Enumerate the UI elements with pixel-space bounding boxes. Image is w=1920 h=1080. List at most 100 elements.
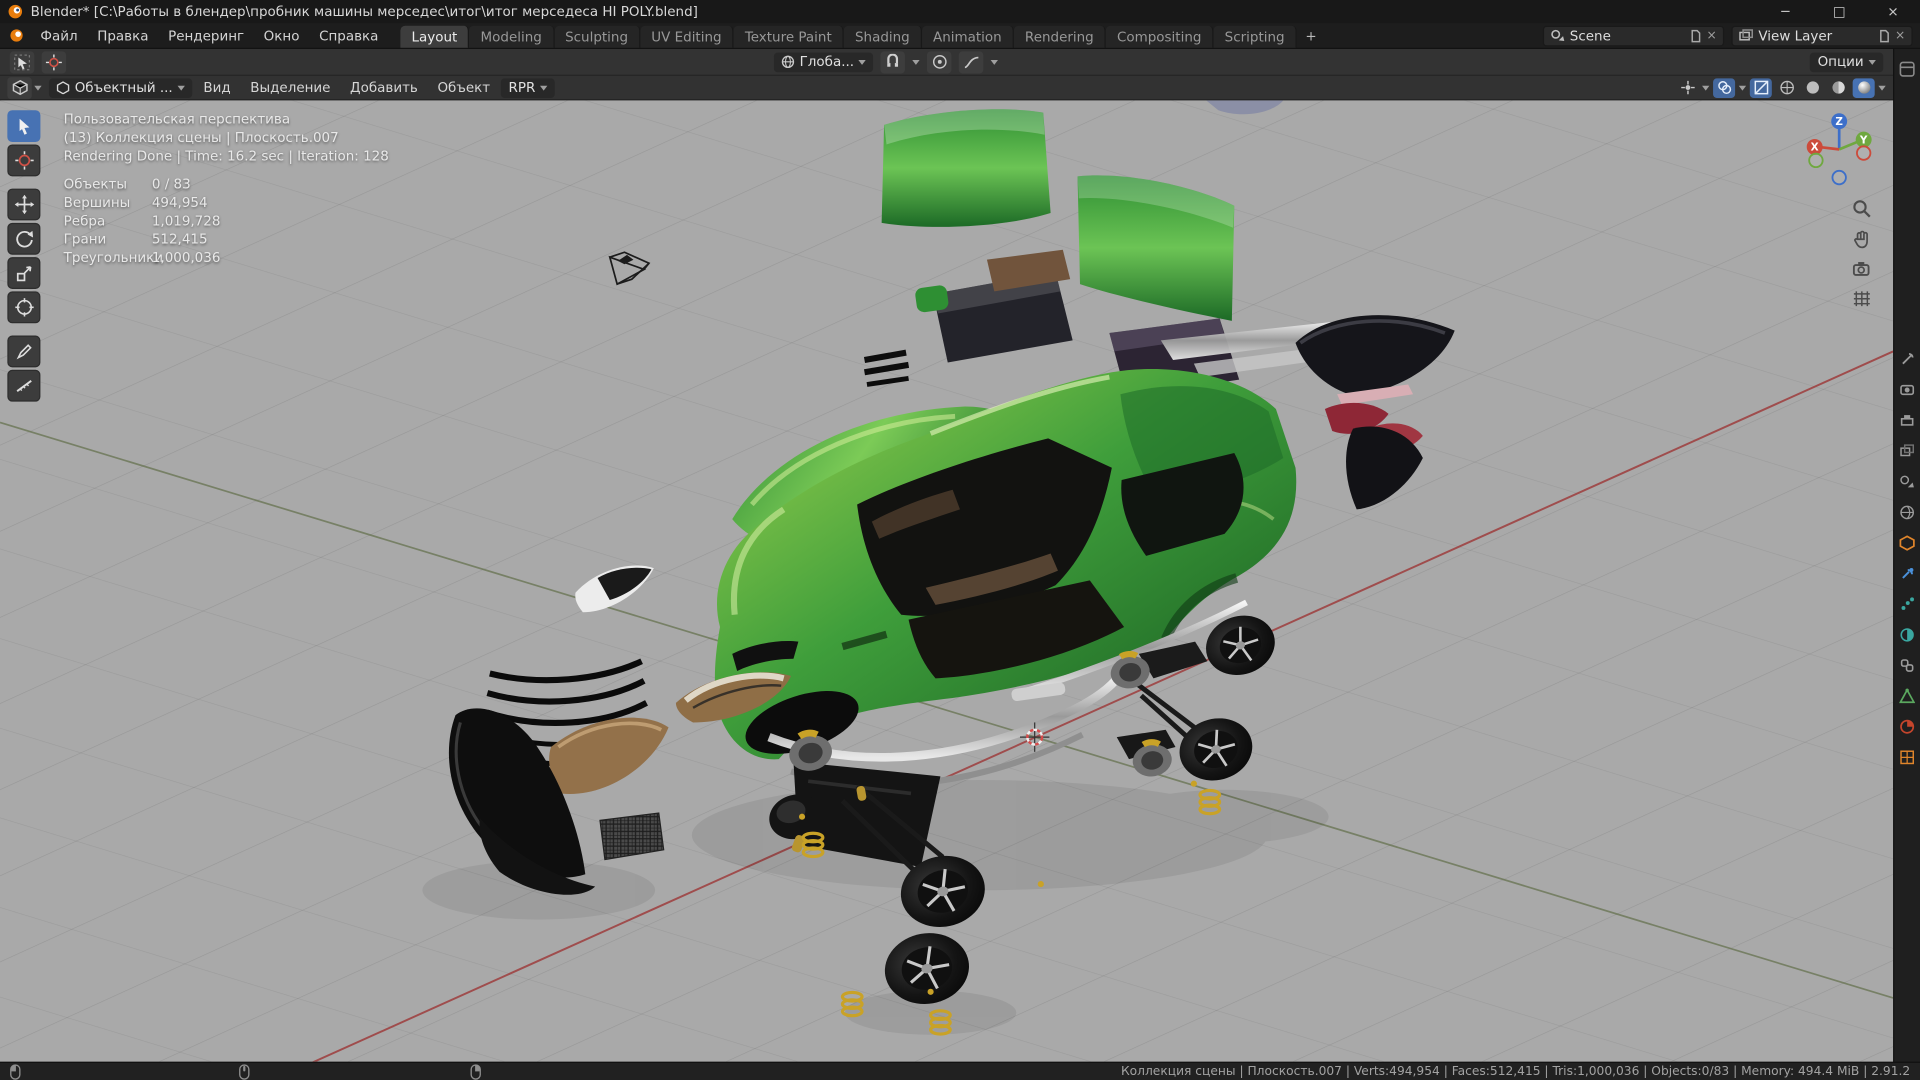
proportional-editing-icon[interactable] <box>927 50 953 73</box>
options-label: Опции <box>1817 53 1864 70</box>
annotate-tool[interactable] <box>7 335 41 368</box>
renderer-dropdown[interactable]: RPR <box>501 77 555 98</box>
tool-cursor-icon[interactable] <box>41 50 67 73</box>
view-layer-tab-icon[interactable] <box>1899 443 1915 459</box>
navigation-gizmo[interactable]: Z Y X <box>1800 108 1878 186</box>
viewport-column: Глоба... Опции Объектный ... Вид Выделен… <box>0 48 1894 1062</box>
move-tool[interactable] <box>7 188 41 221</box>
new-view-layer-icon[interactable] <box>1878 29 1890 42</box>
globe-icon <box>781 55 795 69</box>
workspace-tab-uv-editing[interactable]: UV Editing <box>640 25 734 48</box>
tool-tab-icon[interactable] <box>1899 351 1915 367</box>
workspace-tab-texture-paint[interactable]: Texture Paint <box>733 25 844 48</box>
scene-selector[interactable]: Scene × <box>1542 25 1725 46</box>
minimize-button[interactable]: ─ <box>1758 0 1812 23</box>
options-dropdown[interactable]: Опции <box>1810 52 1884 72</box>
mouse-right-hint-icon <box>470 1063 481 1080</box>
falloff-chevron-icon[interactable] <box>991 59 999 65</box>
world-tab-icon[interactable] <box>1899 504 1915 520</box>
editor-corner-icon[interactable] <box>1899 61 1915 77</box>
transform-orientation-dropdown[interactable]: Глоба... <box>773 52 874 72</box>
editor-type-chevron-icon[interactable] <box>34 85 42 91</box>
modifiers-tab-icon[interactable] <box>1899 566 1915 582</box>
window-title: Blender* [C:\Работы в блендер\пробник ма… <box>30 3 698 20</box>
material-shading-icon[interactable] <box>1827 78 1849 98</box>
add-workspace-button[interactable]: + <box>1297 23 1325 47</box>
title-bar: Blender* [C:\Работы в блендер\пробник ма… <box>0 0 1920 24</box>
select-box-tool[interactable] <box>7 110 41 143</box>
mode-dropdown[interactable]: Объектный ... <box>48 77 193 98</box>
gizmo-minus-z-axis <box>1831 169 1847 186</box>
object-mode-icon <box>56 81 70 95</box>
workspace-tab-shading[interactable]: Shading <box>843 25 922 48</box>
workspace-tab-modeling[interactable]: Modeling <box>469 25 555 48</box>
render-tab-icon[interactable] <box>1899 382 1915 398</box>
cursor-tool[interactable] <box>7 144 41 177</box>
unlink-scene-icon[interactable]: × <box>1706 29 1716 42</box>
tool-settings-bar: Глоба... Опции <box>0 48 1894 76</box>
menu-help[interactable]: Справка <box>309 24 388 47</box>
menu-file[interactable]: Файл <box>31 24 88 47</box>
show-overlays-icon[interactable] <box>1713 77 1736 98</box>
perspective-toggle-icon[interactable] <box>1851 288 1872 309</box>
particles-tab-icon[interactable] <box>1899 596 1915 612</box>
mouse-left-hint-icon <box>10 1063 21 1080</box>
blender-menu-icon[interactable] <box>7 28 25 43</box>
editor-type-icon[interactable] <box>7 76 32 99</box>
chevron-down-icon <box>1868 59 1876 65</box>
rendered-scene[interactable] <box>0 100 1894 1062</box>
scene-name: Scene <box>1569 27 1611 44</box>
scale-tool[interactable] <box>7 257 41 289</box>
view-layer-selector[interactable]: View Layer × <box>1731 25 1913 46</box>
top-bar: Файл Правка Рендеринг Окно Справка Layou… <box>0 23 1920 49</box>
snap-magnet-icon[interactable] <box>880 50 906 73</box>
workspace-tabs: Layout Modeling Sculpting UV Editing Tex… <box>400 23 1325 48</box>
select-menu[interactable]: Выделение <box>242 76 339 99</box>
workspace-tab-animation[interactable]: Animation <box>921 25 1014 48</box>
show-gizmo-icon[interactable] <box>1676 78 1698 98</box>
workspace-tab-scripting[interactable]: Scripting <box>1213 25 1297 48</box>
scene-tab-icon[interactable] <box>1899 474 1915 490</box>
object-tab-icon[interactable] <box>1899 535 1915 551</box>
new-scene-icon[interactable] <box>1689 29 1701 42</box>
workspace-tab-layout[interactable]: Layout <box>400 25 470 48</box>
transform-tool[interactable] <box>7 291 41 324</box>
workspace-tab-compositing[interactable]: Compositing <box>1105 25 1214 48</box>
texture-tab-icon[interactable] <box>1899 749 1915 765</box>
shading-chevron-icon[interactable] <box>1878 85 1886 91</box>
physics-tab-icon[interactable] <box>1899 627 1915 643</box>
material-tab-icon[interactable] <box>1899 719 1915 735</box>
object-menu[interactable]: Объект <box>429 76 499 99</box>
svg-text:Y: Y <box>1859 134 1868 146</box>
remove-view-layer-icon[interactable]: × <box>1895 29 1905 42</box>
chevron-down-icon <box>177 85 185 91</box>
workspace-tab-sculpting[interactable]: Sculpting <box>554 25 641 48</box>
maximize-button[interactable]: □ <box>1812 0 1866 23</box>
output-tab-icon[interactable] <box>1899 413 1915 429</box>
zoom-icon[interactable] <box>1851 198 1872 219</box>
xray-toggle-icon[interactable] <box>1749 77 1772 98</box>
object-data-tab-icon[interactable] <box>1899 688 1916 704</box>
rotate-tool[interactable] <box>7 222 41 255</box>
overlays-chevron-icon[interactable] <box>1738 85 1747 91</box>
gizmo-chevron-icon[interactable] <box>1702 85 1710 91</box>
camera-view-icon[interactable] <box>1851 260 1872 278</box>
menu-edit[interactable]: Правка <box>87 24 158 47</box>
falloff-curve-icon[interactable] <box>959 50 984 73</box>
solid-shading-icon[interactable] <box>1801 78 1823 98</box>
viewport-3d[interactable]: Пользовательская перспектива (13) Коллек… <box>0 100 1894 1062</box>
rendered-shading-icon[interactable] <box>1852 77 1875 98</box>
menu-render[interactable]: Рендеринг <box>158 24 254 47</box>
constraints-tab-icon[interactable] <box>1899 658 1915 674</box>
car-mirror-cap <box>915 285 949 313</box>
menu-window[interactable]: Окно <box>254 24 309 47</box>
measure-tool[interactable] <box>7 369 41 402</box>
pan-hand-icon[interactable] <box>1851 229 1872 250</box>
view-menu[interactable]: Вид <box>195 76 239 99</box>
workspace-tab-rendering[interactable]: Rendering <box>1013 25 1106 48</box>
snap-options-chevron-icon[interactable] <box>912 59 921 65</box>
wireframe-shading-icon[interactable] <box>1776 78 1798 98</box>
active-tool-icon[interactable] <box>9 50 35 73</box>
close-button[interactable]: × <box>1866 0 1920 23</box>
add-menu[interactable]: Добавить <box>341 76 426 99</box>
